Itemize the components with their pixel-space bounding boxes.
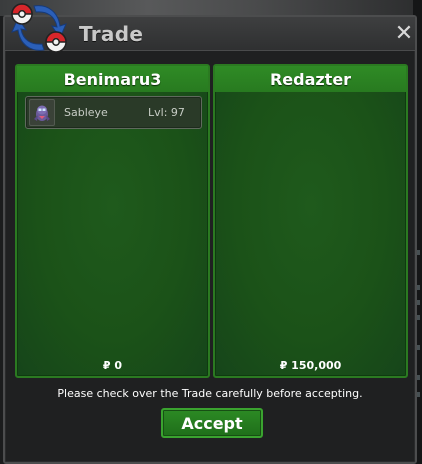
trade-window: Trade ✕ Benimaru3 Sableye Lvl: 97 ₽ 0 Re… (3, 15, 417, 464)
trade-notice: Please check over the Trade carefully be… (57, 387, 363, 400)
money-offer-right: ₽ 150,000 (279, 359, 342, 372)
item-level: Lvl: 97 (148, 106, 185, 119)
player-name-left: Benimaru3 (63, 70, 162, 89)
close-icon[interactable]: ✕ (393, 23, 415, 45)
panel-header: Benimaru3 (17, 66, 208, 92)
offer-panel-left: Benimaru3 Sableye Lvl: 97 ₽ 0 (15, 64, 210, 378)
panel-header: Redazter (215, 66, 406, 92)
accept-button[interactable]: Accept (161, 408, 263, 438)
item-name: Sableye (64, 106, 108, 119)
player-name-right: Redazter (269, 70, 352, 89)
trade-item-slot[interactable]: Sableye Lvl: 97 (25, 96, 202, 129)
sableye-sprite-icon (29, 99, 55, 126)
money-offer-left: ₽ 0 (102, 359, 123, 372)
window-title: Trade (79, 22, 144, 46)
offer-panel-right: Redazter ₽ 150,000 (213, 64, 408, 378)
pokeball-trade-arrows-icon (4, 0, 74, 56)
